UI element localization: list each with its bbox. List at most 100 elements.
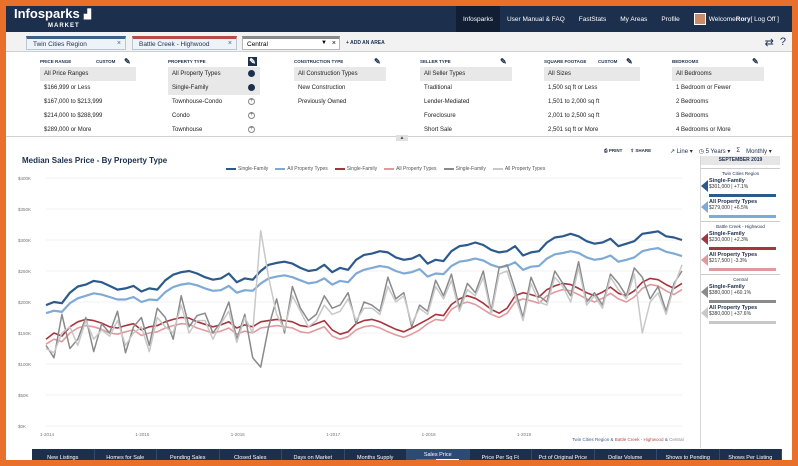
filter-option[interactable]: All Bedrooms [672, 67, 764, 81]
close-icon[interactable]: × [228, 40, 232, 47]
metric-tab[interactable]: Dollar Volume [595, 449, 657, 460]
metric-tab[interactable]: Sales PriceMEDIANAVERAGE [407, 449, 470, 460]
filter-option[interactable]: All Construction Types [294, 67, 386, 81]
side-panel-area: Battle Creek - Highwood [701, 221, 780, 229]
filter-option[interactable]: $167,000 to $213,999 [40, 95, 136, 109]
chart-type-dropdown[interactable]: ↗ Line ▾ [670, 148, 693, 155]
pencil-icon[interactable]: ✎ [626, 57, 635, 66]
series-line[interactable] [45, 260, 683, 368]
plus-icon[interactable]: + [248, 98, 255, 105]
filter-option[interactable]: Foreclosure [420, 109, 512, 123]
logo-subtext: MARKET [48, 23, 80, 29]
filter-title: SQUARE FOOTAGE CUSTOM ✎ [544, 55, 640, 67]
metric-tab[interactable]: Shows Per Listing [720, 449, 782, 460]
filter-option[interactable]: Previously Owned [294, 95, 386, 109]
median-average-toggle[interactable]: MEDIANAVERAGE [416, 458, 460, 460]
pencil-icon[interactable]: ✎ [248, 57, 257, 66]
area-tab-battle-creek[interactable]: Battle Creek - Highwood × [132, 36, 237, 50]
filter-option[interactable]: Traditional [420, 81, 512, 95]
metric-tab[interactable]: Days on Market [282, 449, 345, 460]
filter-option[interactable]: 2,001 to 2,500 sq ft [544, 109, 640, 123]
side-panel-metric[interactable]: Single-Family $301,000 | +7.1% [701, 178, 776, 197]
flag-icon [701, 254, 708, 266]
pencil-icon[interactable]: ✎ [124, 57, 133, 66]
nav-user-manual[interactable]: User Manual & FAQ [500, 6, 572, 32]
filter-option[interactable]: 4 Bedrooms or More [672, 123, 764, 137]
filter-option[interactable]: Single-Family [168, 81, 260, 95]
filter-option[interactable]: All Property Types [168, 67, 260, 81]
nav-profile[interactable]: Profile [654, 6, 686, 32]
filter-option[interactable]: $289,000 or More [40, 123, 136, 137]
nav-my-areas[interactable]: My Areas [613, 6, 654, 32]
side-panel-metric[interactable]: Single-Family $230,000 | +2.3% [701, 231, 776, 250]
nav-faststats[interactable]: FastStats [572, 6, 613, 32]
metric-tab[interactable]: Closed Sales [220, 449, 282, 460]
metric-tab[interactable]: Pct of Original Price [532, 449, 595, 460]
filter-construction-type: CONSTRUCTION TYPE ✎ All Construction Typ… [294, 55, 386, 109]
compare-icon[interactable]: ⇄ [765, 36, 774, 49]
print-button[interactable]: ⎙ PRINT [604, 148, 622, 154]
pencil-icon[interactable]: ✎ [500, 57, 509, 66]
line-chart-icon: ↗ [670, 149, 676, 155]
filter-option[interactable]: Lender-Mediated [420, 95, 512, 109]
close-icon[interactable]: × [332, 40, 336, 47]
filter-option[interactable]: Short Sale [420, 123, 512, 137]
side-panel-metric[interactable]: All Property Types $380,000 | +37.6% [701, 305, 776, 324]
custom-label[interactable]: CUSTOM [96, 59, 115, 64]
metric-tab[interactable]: Shows to Pending [657, 449, 720, 460]
metric-tab[interactable]: Pending Sales [157, 449, 220, 460]
series-line[interactable] [45, 230, 683, 307]
filter-option[interactable]: All Seller Types [420, 67, 512, 81]
filter-option[interactable]: 1,500 sq ft or Less [544, 81, 640, 95]
median-option[interactable]: MEDIAN [416, 458, 436, 460]
side-panel-metric[interactable]: Single-Family $380,000 | +60.1% [701, 284, 776, 303]
sigma-button[interactable]: Σ [736, 148, 740, 155]
help-icon[interactable]: ? [780, 36, 786, 49]
filter-option[interactable]: 2,501 sq ft or More [544, 123, 640, 137]
chart-type-label: Line [676, 149, 689, 155]
filter-option[interactable]: All Sizes [544, 67, 640, 81]
share-button[interactable]: ⇪ SHARE [630, 148, 651, 154]
filter-option[interactable]: New Construction [294, 81, 386, 95]
nav-infosparks[interactable]: Infosparks [455, 6, 500, 32]
filter-option[interactable]: All Price Ranges [40, 67, 136, 81]
plus-icon[interactable]: + [248, 112, 255, 119]
chevron-down-icon[interactable]: ▼ [321, 40, 327, 46]
filter-option[interactable]: 3 Bedrooms [672, 109, 764, 123]
filter-option[interactable]: $214,000 to $288,999 [40, 109, 136, 123]
area-tab-twin-cities[interactable]: Twin Cities Region × [26, 36, 126, 50]
chart-title: Median Sales Price - By Property Type [22, 156, 168, 165]
infosparks-logo[interactable]: Infosparks MARKET ▟ [14, 7, 104, 30]
side-panel-metric[interactable]: All Property Types $279,000 | +6.5% [701, 199, 776, 218]
y-tick-label: $300K [18, 238, 31, 243]
filter-option[interactable]: 1 Bedroom or Fewer [672, 81, 764, 95]
interval-dropdown[interactable]: Monthly ▾ [746, 148, 772, 155]
metric-tab[interactable]: New Listings [32, 449, 95, 460]
filter-option[interactable]: Condo + [168, 109, 260, 123]
filter-option[interactable]: 1,501 to 2,000 sq ft [544, 95, 640, 109]
filter-option[interactable]: Townhouse + [168, 123, 260, 137]
filter-title-text: CONSTRUCTION TYPE [294, 58, 344, 64]
side-panel-metric[interactable]: All Property Types $217,500 | -3.3% [701, 252, 776, 271]
pencil-icon[interactable]: ✎ [374, 57, 383, 66]
filter-option[interactable]: $166,999 or Less [40, 81, 136, 95]
custom-label[interactable]: CUSTOM [598, 59, 617, 64]
logoff-link[interactable]: [ Log Off ] [751, 16, 779, 23]
area-select-central[interactable]: Central ▼ × [242, 36, 340, 50]
collapse-filters-button[interactable]: ▲ [396, 135, 408, 141]
print-label: PRINT [608, 148, 623, 153]
pencil-icon[interactable]: ✎ [752, 57, 761, 66]
metric-tab[interactable]: Homes for Sale [95, 449, 157, 460]
metric-value: $217,500 | -3.3% [709, 258, 747, 264]
filter-seller-type: SELLER TYPE ✎ All Seller Types Tradition… [420, 55, 512, 137]
range-dropdown[interactable]: ◷ 5 Years ▾ [699, 148, 731, 155]
add-area-button[interactable]: + ADD AN AREA [346, 40, 385, 46]
metric-tab[interactable]: Price Per Sq Ft [470, 449, 532, 460]
filter-option[interactable]: Townhouse-Condo + [168, 95, 260, 109]
metric-tab[interactable]: Months Supply [345, 449, 407, 460]
side-summary-panel: SEPTEMBER 2019 Twin Cities Region Single-… [700, 156, 780, 448]
close-icon[interactable]: × [117, 40, 121, 47]
plus-icon[interactable]: + [248, 126, 255, 133]
average-option[interactable]: AVERAGE [436, 458, 460, 460]
filter-option[interactable]: 2 Bedrooms [672, 95, 764, 109]
